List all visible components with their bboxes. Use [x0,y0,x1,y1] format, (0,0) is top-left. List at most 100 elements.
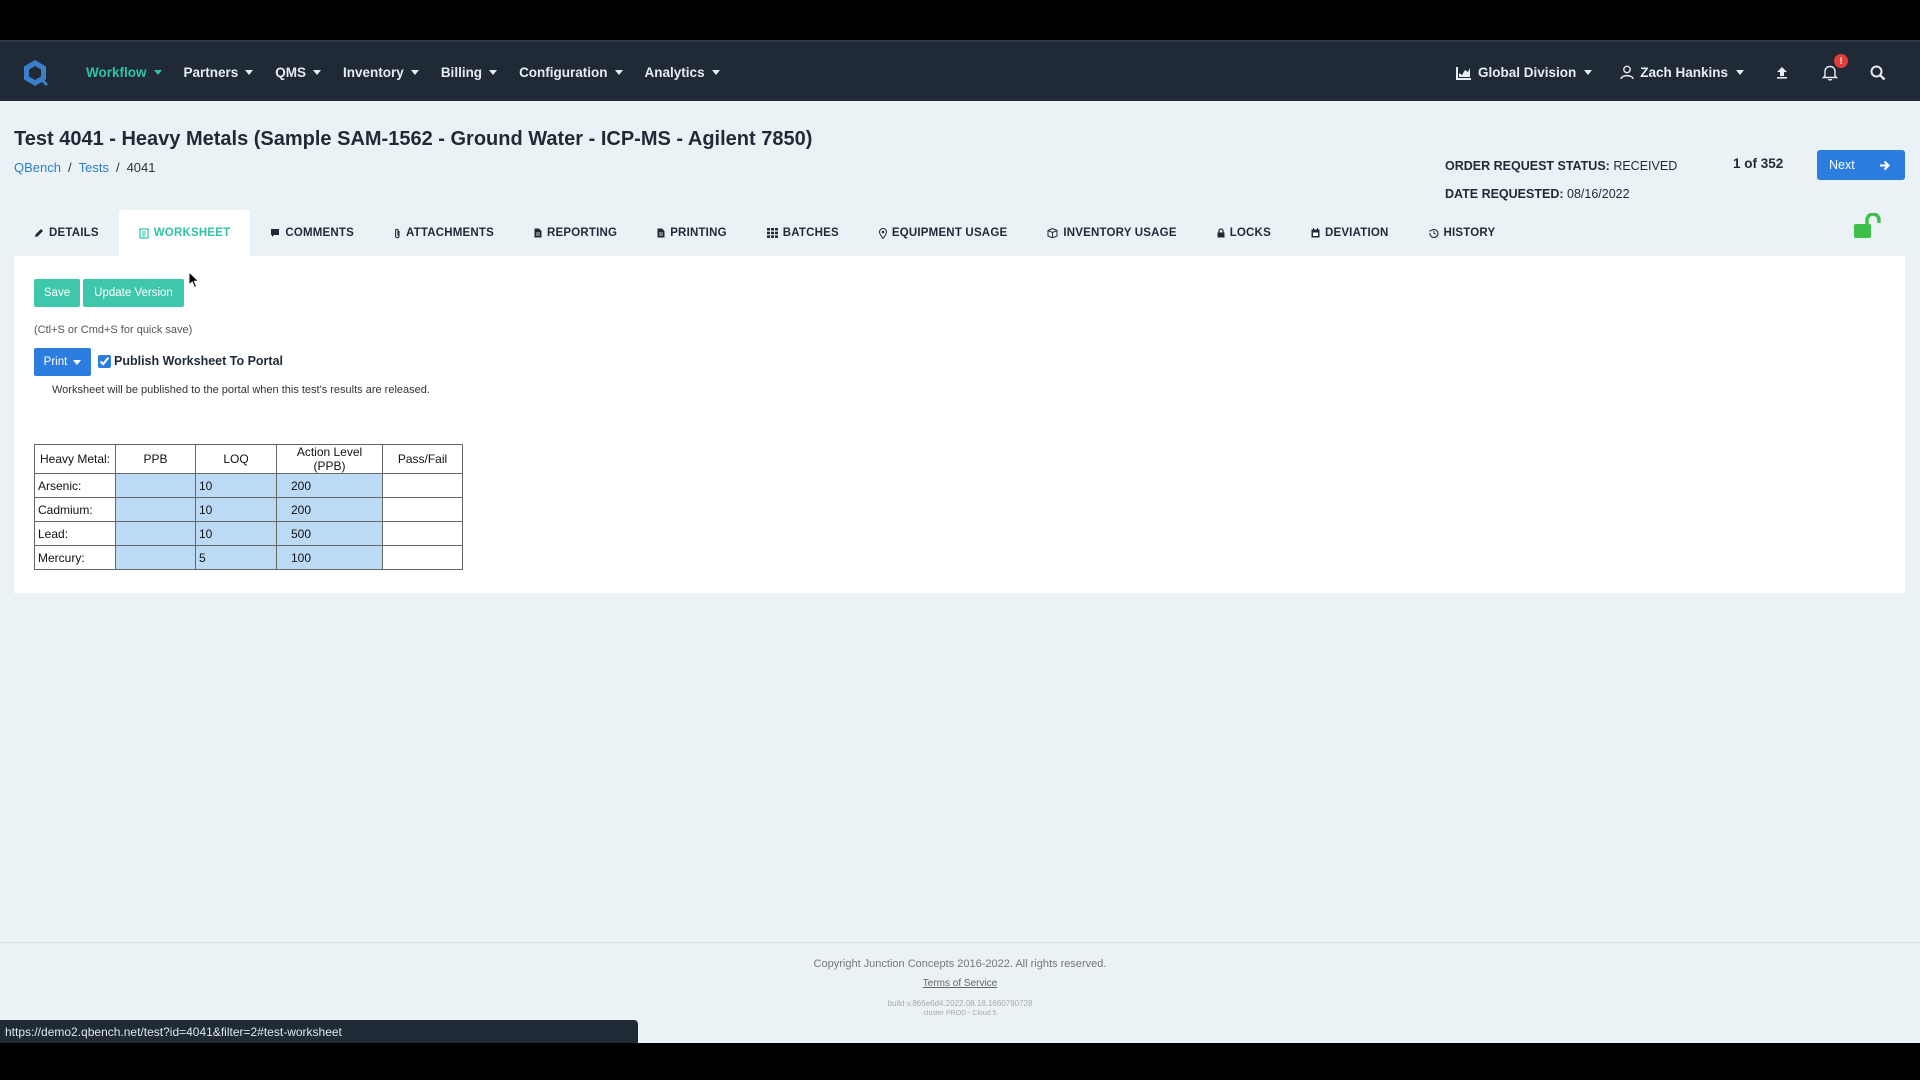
pass-fail-cell[interactable] [382,521,463,546]
upload-icon[interactable] [1772,63,1792,83]
next-button[interactable]: Next [1817,150,1905,180]
loq-cell[interactable]: 5 [195,545,277,570]
tab-label: ATTACHMENTS [406,227,495,239]
date-requested-label: DATE REQUESTED: [1445,187,1564,201]
nav-label: Analytics [644,65,705,80]
ppb-input[interactable] [115,473,196,498]
metal-name: Mercury: [34,545,116,570]
save-button[interactable]: Save [34,279,80,307]
tab-bar: DETAILS WORKSHEET COMMENTS ATTACHMENTS R… [14,210,1515,256]
box-icon [1047,228,1058,238]
pass-fail-cell[interactable] [382,473,463,498]
order-info: ORDER REQUEST STATUS: RECEIVED DATE REQU… [1445,152,1677,208]
division-dropdown[interactable]: Global Division [1455,65,1593,80]
print-dropdown-button[interactable]: Print [34,348,91,376]
footer-divider [0,942,1920,943]
division-label: Global Division [1477,65,1577,80]
status-bar-url: https://demo2.qbench.net/test?id=4041&fi… [0,1020,638,1043]
date-requested-value: 08/16/2022 [1567,187,1630,201]
tab-label: COMMENTS [285,227,354,239]
user-dropdown[interactable]: Zach Hankins [1620,65,1744,80]
order-status: ORDER REQUEST STATUS: RECEIVED [1445,152,1677,180]
file-icon [534,228,542,238]
tab-label: WORKSHEET [153,227,231,239]
tab-attachments[interactable]: ATTACHMENTS [374,210,514,256]
tab-batches[interactable]: BATCHES [747,210,859,256]
footer: Copyright Junction Concepts 2016-2022. A… [0,958,1920,1017]
loq-cell[interactable]: 10 [195,473,277,498]
user-name: Zach Hankins [1640,65,1728,80]
nav-configuration[interactable]: Configuration [519,65,623,80]
breadcrumb-separator: / [67,160,72,175]
breadcrumb-qbench[interactable]: QBench [14,160,61,175]
nav-workflow[interactable]: Workflow [86,65,162,80]
publish-checkbox[interactable] [98,354,111,368]
tab-inventory-usage[interactable]: INVENTORY USAGE [1027,210,1196,256]
tab-comments[interactable]: COMMENTS [250,210,374,256]
tab-worksheet[interactable]: WORKSHEET [118,210,251,256]
action-level-cell[interactable]: 100 [276,545,383,570]
breadcrumb-tests[interactable]: Tests [79,160,109,175]
tab-label: BATCHES [782,227,839,239]
action-level-cell[interactable]: 200 [276,473,383,498]
nav-partners[interactable]: Partners [184,65,254,80]
breadcrumb-separator: / [115,160,120,175]
caret-down-icon [245,70,254,75]
terms-of-service-link[interactable]: Terms of Service [0,978,1920,989]
comment-icon [271,229,280,237]
tab-label: HISTORY [1443,227,1496,239]
loq-cell[interactable]: 10 [195,497,277,522]
nav-label: QMS [275,65,307,80]
tab-equipment-usage[interactable]: EQUIPMENT USAGE [859,210,1027,256]
nav-label: Workflow [86,65,147,80]
nav-qms[interactable]: QMS [275,65,322,80]
cluster-info: cluster PROD - Cloud 5 [923,1010,997,1017]
logo-icon[interactable] [20,58,50,88]
nav-billing[interactable]: Billing [441,65,498,80]
tab-label: EQUIPMENT USAGE [891,227,1008,239]
header-pass-fail: Pass/Fail [382,444,463,474]
build-info: build v.866e6d4.2022.08.18.1660790728 [887,999,1033,1008]
worksheet-icon [139,227,149,239]
caret-down-icon [1584,70,1593,75]
history-icon [1428,228,1439,238]
tab-printing[interactable]: PRINTING [637,210,747,256]
user-icon [1620,65,1634,80]
ppb-input[interactable] [115,545,196,570]
caret-down-icon [489,70,498,75]
pencil-icon [35,229,43,237]
nav-analytics[interactable]: Analytics [645,65,720,80]
action-level-cell[interactable]: 500 [276,521,383,546]
tab-history[interactable]: HISTORY [1409,210,1516,256]
tab-deviation[interactable]: DEVIATION [1291,210,1409,256]
tab-details[interactable]: DETAILS [14,210,119,256]
caret-down-icon [153,70,162,75]
tab-reporting[interactable]: REPORTING [514,210,637,256]
publish-checkbox-row: Publish Worksheet To Portal [98,354,283,368]
ppb-input[interactable] [115,521,196,546]
caret-down-icon [313,70,322,75]
nav-inventory[interactable]: Inventory [343,65,419,80]
nav-label: Inventory [343,65,404,80]
tab-locks[interactable]: LOCKS [1197,210,1291,256]
navbar-right: Global Division Zach Hankins ! [1455,42,1888,103]
publish-note: Worksheet will be published to the porta… [52,384,430,396]
worksheet-panel: Save Update Version (Ctl+S or Cmd+S for … [14,256,1905,593]
order-status-value: RECEIVED [1613,159,1678,173]
bell-icon[interactable]: ! [1820,53,1848,83]
quick-save-hint: (Ctl+S or Cmd+S for quick save) [34,324,193,336]
ppb-input[interactable] [115,497,196,522]
update-version-button[interactable]: Update Version [83,279,184,307]
notification-badge: ! [1834,53,1848,68]
table-header-row: Heavy Metal: PPB LOQ Action Level (PPB) … [34,444,463,474]
table-row: Arsenic: 10 200 [34,473,463,498]
action-level-cell[interactable]: 200 [276,497,383,522]
caret-down-icon [1736,70,1744,75]
unlock-icon[interactable] [1853,213,1883,239]
pass-fail-cell[interactable] [382,545,463,570]
tab-label: INVENTORY USAGE [1063,227,1177,239]
loq-cell[interactable]: 10 [195,521,277,546]
date-requested: DATE REQUESTED: 08/16/2022 [1445,180,1677,208]
pass-fail-cell[interactable] [382,497,463,522]
search-icon[interactable] [1868,63,1888,83]
